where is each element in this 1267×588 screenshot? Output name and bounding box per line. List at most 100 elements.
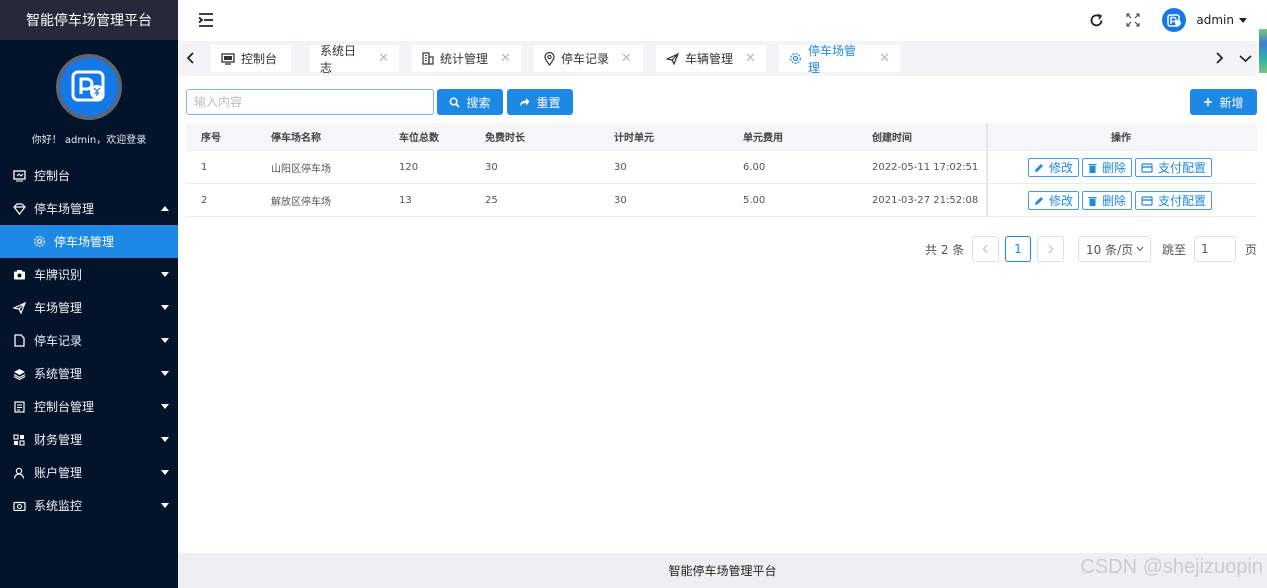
tab-system-log[interactable]: 系统日志 ✕ <box>310 44 399 75</box>
prev-page-button[interactable] <box>972 236 999 262</box>
tab-bar: 控制台 系统日志 ✕ 统计管理 ✕ 停车记录 ✕ 车辆管理 ✕ 停车场管理 ✕ <box>178 41 1257 76</box>
tab-scroll-right-icon[interactable] <box>1211 50 1227 66</box>
caret-down-icon <box>161 305 169 310</box>
column-header: 操作 <box>1111 133 1131 144</box>
table-cell: 6.00 <box>743 161 766 173</box>
send-icon <box>666 52 679 65</box>
column-header: 计时单元 <box>614 133 654 144</box>
sidebar-item-parking-lot[interactable]: 停车场管理 <box>0 192 178 225</box>
tab-menu-chevron-down-icon[interactable] <box>1237 50 1253 66</box>
sidebar-item-monitor[interactable]: 系统监控 <box>0 489 178 522</box>
pagination-total: 共 2 条 <box>925 242 965 257</box>
sidebar-item-plate-recognition[interactable]: 车牌识别 <box>0 258 178 291</box>
page-number-button[interactable]: 1 <box>1005 236 1031 262</box>
tab-vehicle[interactable]: 车辆管理 ✕ <box>656 45 766 72</box>
pay-config-button[interactable]: 支付配置 <box>1135 191 1213 210</box>
search-button[interactable]: 搜索 <box>437 89 503 115</box>
close-icon[interactable]: ✕ <box>378 51 389 66</box>
add-button[interactable]: 新增 <box>1190 89 1257 115</box>
close-icon[interactable]: ✕ <box>621 51 632 66</box>
table-cell: 13 <box>399 194 412 206</box>
sidebar-item-label: 系统监控 <box>34 499 83 513</box>
table-cell: 25 <box>485 194 498 206</box>
avatar-wrap <box>0 54 178 120</box>
user-avatar[interactable] <box>1162 8 1187 32</box>
username[interactable]: admin <box>1196 13 1234 27</box>
credit-card-icon <box>1141 162 1153 173</box>
sidebar-item-label: 车场管理 <box>34 301 83 315</box>
plus-icon <box>1203 97 1213 107</box>
tab-parking-record[interactable]: 停车记录 ✕ <box>534 45 643 72</box>
caret-down-icon[interactable] <box>1239 17 1247 23</box>
close-icon[interactable]: ✕ <box>879 51 890 66</box>
delete-button[interactable]: 删除 <box>1082 158 1133 177</box>
avatar[interactable] <box>56 54 122 120</box>
table-cell: 30 <box>485 161 498 173</box>
monitor-icon <box>221 52 235 65</box>
trash-icon <box>1088 163 1097 173</box>
next-page-button[interactable] <box>1037 236 1064 262</box>
sidebar-item-label: 控制台管理 <box>34 400 95 414</box>
add-button-label: 新增 <box>1219 95 1244 110</box>
menu-toggle-icon[interactable] <box>198 13 214 30</box>
building-icon <box>422 52 434 65</box>
column-header: 单元费用 <box>743 133 783 144</box>
sidebar-item-account[interactable]: 账户管理 <box>0 456 178 489</box>
sidebar-item-dashboard-manage[interactable]: 控制台管理 <box>0 390 178 423</box>
search-icon <box>449 97 461 108</box>
table-cell: 2 <box>201 194 208 206</box>
delete-label: 删除 <box>1102 161 1127 175</box>
tab-label: 车辆管理 <box>685 52 734 66</box>
edit-button[interactable]: 修改 <box>1028 158 1080 177</box>
tab-statistics[interactable]: 统计管理 ✕ <box>412 45 521 72</box>
sidebar-menu: 控制台 停车场管理 停车场管理 车牌识别 车场管理 停车记录 系统管理 控制台管… <box>0 159 178 522</box>
pay-config-button[interactable]: 支付配置 <box>1135 158 1213 177</box>
sidebar-item-yard[interactable]: 车场管理 <box>0 291 178 324</box>
delete-label: 删除 <box>1102 194 1127 208</box>
column-divider <box>986 151 988 183</box>
gear-icon <box>789 52 802 65</box>
row-actions: 修改 删除 支付配置 <box>1028 191 1215 210</box>
monitor-icon <box>12 169 26 183</box>
sidebar-item-system[interactable]: 系统管理 <box>0 357 178 390</box>
table-cell: 2021-03-27 21:52:08 <box>872 194 979 206</box>
page-size-select[interactable]: 10 条/页 <box>1078 236 1151 262</box>
table-row: 2 解放区停车场 13 25 30 5.00 2021-03-27 21:52:… <box>186 184 1257 217</box>
jump-label: 跳至 <box>1162 242 1187 257</box>
send-icon <box>12 301 26 315</box>
caret-down-icon <box>161 338 169 343</box>
table-cell: 1 <box>201 161 208 173</box>
sidebar-item-label: 停车记录 <box>34 334 83 348</box>
sidebar-item-dashboard[interactable]: 控制台 <box>0 159 178 192</box>
page-size-value: 10 条/页 <box>1086 242 1134 257</box>
sidebar-item-finance[interactable]: 财务管理 <box>0 423 178 456</box>
table-cell: 120 <box>399 161 419 173</box>
sidebar-item-parking-record[interactable]: 停车记录 <box>0 324 178 357</box>
sidebar-item-label: 系统管理 <box>34 367 83 381</box>
parking-lot-table: 序号 停车场名称 车位总数 免费时长 计时单元 单元费用 创建时间 操作 1 山… <box>186 123 1257 217</box>
tab-label: 系统日志 <box>320 43 357 75</box>
tab-label: 停车场管理 <box>808 43 857 75</box>
trash-icon <box>1088 196 1097 206</box>
reset-button[interactable]: 重置 <box>507 89 573 115</box>
close-icon[interactable]: ✕ <box>745 51 756 66</box>
column-header: 创建时间 <box>872 133 912 144</box>
table-cell: 5.00 <box>743 194 766 206</box>
pencil-icon <box>1034 163 1044 173</box>
chevron-right-icon <box>1048 244 1054 254</box>
delete-button[interactable]: 删除 <box>1082 191 1133 210</box>
refresh-icon[interactable] <box>1089 13 1104 28</box>
edit-button[interactable]: 修改 <box>1028 191 1080 210</box>
tab-label: 停车记录 <box>561 52 610 66</box>
sidebar-subitem-parking-lot[interactable]: 停车场管理 <box>0 225 178 258</box>
tab-scroll-left-icon[interactable] <box>183 50 199 66</box>
search-input[interactable] <box>186 89 434 115</box>
jump-page-input[interactable]: 1 <box>1194 236 1236 262</box>
column-header: 车位总数 <box>399 133 439 144</box>
table-cell: 30 <box>614 194 627 206</box>
close-icon[interactable]: ✕ <box>500 51 511 66</box>
tab-parking-lot[interactable]: 停车场管理 ✕ <box>779 44 900 75</box>
fullscreen-icon[interactable] <box>1126 13 1140 27</box>
tab-dashboard[interactable]: 控制台 <box>211 45 291 72</box>
document-icon <box>12 334 26 348</box>
